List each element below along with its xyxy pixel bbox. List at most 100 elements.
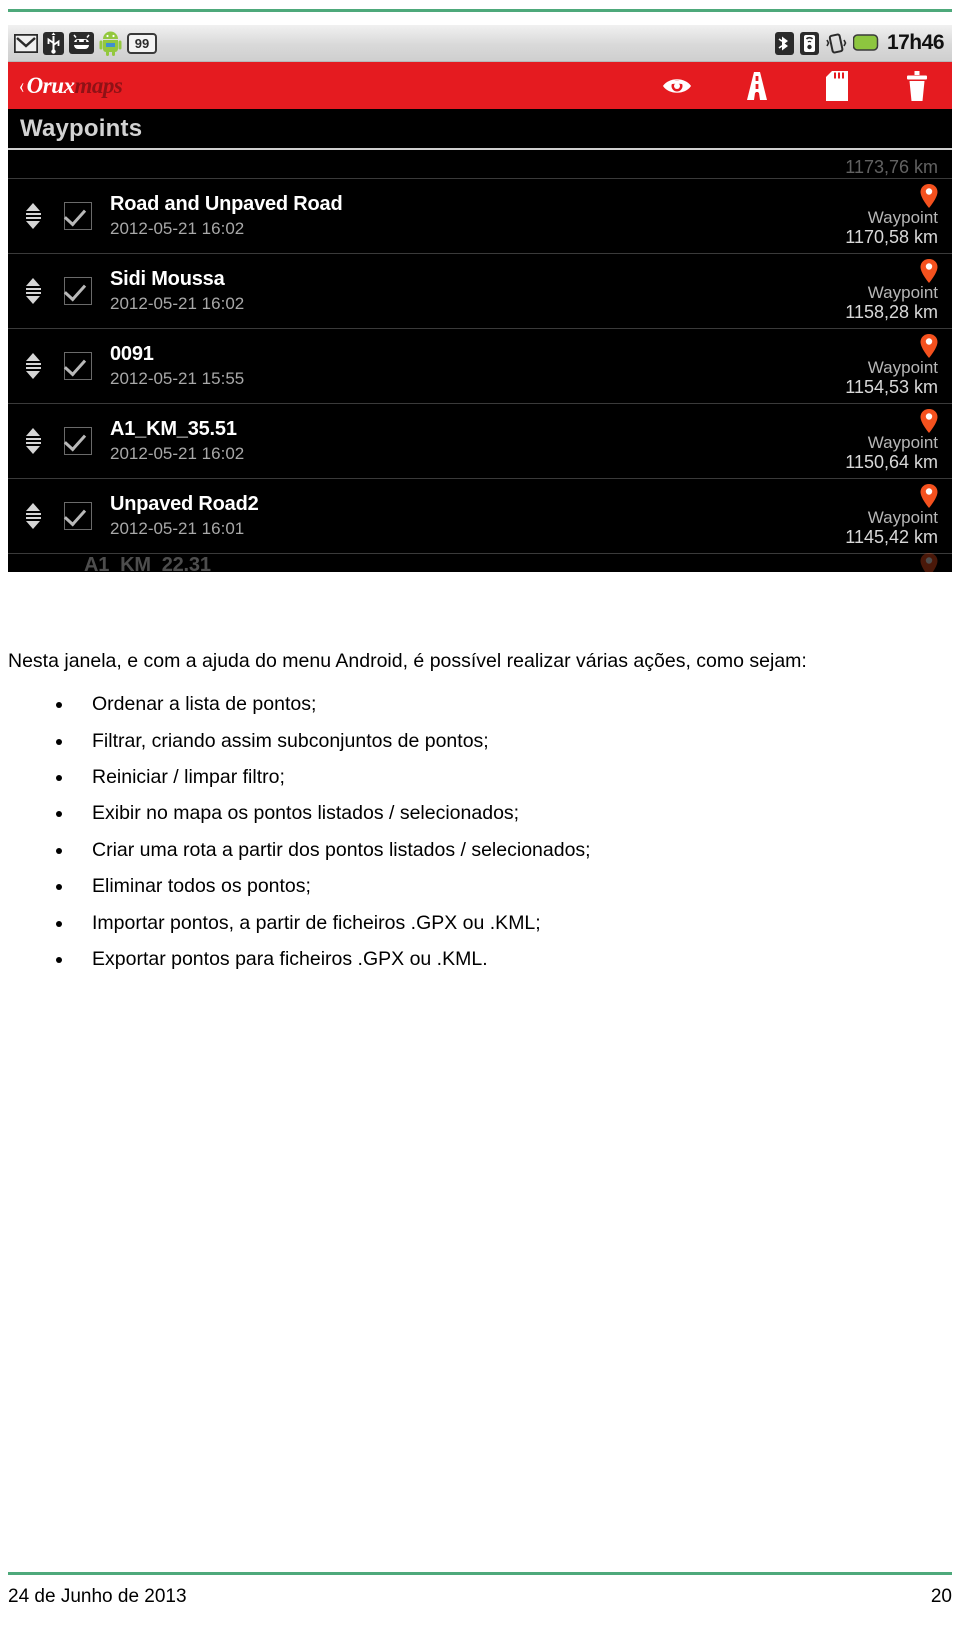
drag-handle-icon[interactable] [16, 278, 50, 304]
list-item: Reiniciar / limpar filtro; [8, 765, 932, 789]
waypoint-distance: 1154,53 km [845, 377, 938, 398]
waypoint-type: Waypoint [867, 208, 938, 228]
waypoint-meta: Waypoint 1170,58 km [845, 184, 952, 248]
waypoint-meta: Waypoint 1154,53 km [845, 334, 952, 398]
waypoint-name: A1_KM_22.31 [84, 553, 211, 573]
waypoint-date: 2012-05-21 16:01 [110, 519, 245, 538]
signal-icon [799, 31, 819, 55]
bluetooth-icon [774, 31, 794, 55]
list-item: Criar uma rota a partir dos pontos lista… [8, 838, 932, 862]
app-action-bar: ‹ Orux maps [8, 62, 952, 109]
drag-handle-icon[interactable] [16, 428, 50, 454]
waypoint-type: Waypoint [867, 358, 938, 378]
waypoint-name: A1_KM_35.51 [110, 418, 237, 440]
footer-date: 24 de Junho de 2013 [8, 1586, 187, 1607]
map-pin-icon [920, 334, 938, 359]
actions-bullet-list: Ordenar a lista de pontos; Filtrar, cria… [8, 692, 932, 971]
page-title: Waypoints [20, 114, 143, 142]
waypoint-list[interactable]: 1173,76 km Road and Unpaved Road 2012-05… [8, 150, 952, 572]
waypoint-checkbox[interactable] [64, 502, 92, 530]
waypoint-distance: 1173,76 km [845, 157, 938, 178]
page-top-rule [8, 9, 952, 12]
status-bar-system-icons: 17h46 [774, 31, 945, 55]
list-item: Importar pontos, a partir de ficheiros .… [8, 911, 932, 935]
waypoint-name: 0091 [110, 343, 154, 365]
list-header: Waypoints [8, 109, 952, 150]
drag-handle-icon[interactable] [16, 503, 50, 529]
list-item: Filtrar, criando assim subconjuntos de p… [8, 729, 932, 753]
waypoint-info: 0091 2012-05-21 15:55 [110, 343, 244, 389]
gmail-icon [14, 33, 38, 53]
vibrate-icon [826, 33, 847, 53]
trash-icon[interactable] [900, 69, 934, 103]
map-pin-icon [920, 184, 938, 209]
logo-text-secondary: maps [74, 72, 123, 98]
waypoint-distance: 1150,64 km [845, 452, 938, 473]
waypoint-name: Sidi Moussa [110, 268, 225, 290]
battery-icon [852, 34, 879, 51]
waypoint-meta [920, 552, 952, 572]
map-pin-icon [920, 552, 938, 572]
status-bar-notification-icons: 99 [14, 31, 157, 56]
map-pin-icon [920, 484, 938, 509]
waypoint-checkbox[interactable] [64, 352, 92, 380]
action-bar-buttons [660, 69, 934, 103]
route-icon[interactable] [740, 69, 774, 103]
table-row[interactable]: Sidi Moussa 2012-05-21 16:02 Waypoint 11… [8, 254, 952, 329]
map-pin-icon [920, 409, 938, 434]
waypoint-date: 2012-05-21 16:02 [110, 219, 245, 238]
notification-count-badge: 99 [127, 32, 157, 54]
oruxmaps-logo[interactable]: ‹ Orux maps [18, 72, 123, 99]
waypoint-checkbox[interactable] [64, 202, 92, 230]
table-row[interactable]: A1_KM_22.31 [8, 552, 952, 573]
waypoint-checkbox[interactable] [64, 277, 92, 305]
waypoint-checkbox[interactable] [64, 427, 92, 455]
waypoint-info: Unpaved Road2 2012-05-21 16:01 [110, 493, 259, 539]
oruxmaps-screenshot: 99 17h46 ‹ Orux maps Waypoints 1173,76 k… [8, 25, 952, 572]
waypoint-distance: 1145,42 km [845, 527, 938, 548]
table-row[interactable]: A1_KM_35.51 2012-05-21 16:02 Waypoint 11… [8, 404, 952, 479]
eye-icon[interactable] [660, 69, 694, 103]
table-row[interactable]: 0091 2012-05-21 15:55 Waypoint 1154,53 k… [8, 329, 952, 404]
waypoint-meta: 1173,76 km [845, 157, 952, 178]
intro-paragraph: Nesta janela, e com a ajuda do menu Andr… [8, 650, 807, 672]
page-bottom-rule [8, 1572, 952, 1575]
sdcard-icon[interactable] [820, 69, 854, 103]
table-row[interactable]: Unpaved Road2 2012-05-21 16:01 Waypoint … [8, 479, 952, 554]
usb-icon [43, 31, 64, 55]
list-item: Eliminar todos os pontos; [8, 874, 932, 898]
list-item: Ordenar a lista de pontos; [8, 692, 932, 716]
page-footer: 24 de Junho de 2013 20 [8, 1586, 952, 1608]
footer-page-number: 20 [930, 1586, 952, 1607]
waypoint-date: 2012-05-21 16:02 [110, 294, 245, 313]
waypoint-type: Waypoint [867, 283, 938, 303]
waypoint-meta: Waypoint 1145,42 km [845, 484, 952, 548]
waypoint-meta: Waypoint 1150,64 km [845, 409, 952, 473]
table-row[interactable]: 1173,76 km [8, 150, 952, 179]
waypoint-type: Waypoint [867, 433, 938, 453]
list-item: Exibir no mapa os pontos listados / sele… [8, 801, 932, 825]
back-chevron-icon[interactable]: ‹ [19, 74, 24, 97]
waypoint-meta: Waypoint 1158,28 km [845, 259, 952, 323]
waypoint-distance: 1170,58 km [845, 227, 938, 248]
status-bar-clock: 17h46 [886, 31, 945, 54]
waypoint-date: 2012-05-21 16:02 [110, 444, 245, 463]
waypoint-info: A1_KM_22.31 [84, 554, 211, 573]
android-status-bar: 99 17h46 [8, 25, 952, 62]
document-body: Nesta janela, e com a ajuda do menu Andr… [8, 648, 932, 983]
waypoint-info: A1_KM_35.51 2012-05-21 16:02 [110, 418, 244, 464]
waypoint-distance: 1158,28 km [845, 302, 938, 323]
table-row[interactable]: Road and Unpaved Road 2012-05-21 16:02 W… [8, 179, 952, 254]
waypoint-info: Road and Unpaved Road 2012-05-21 16:02 [110, 193, 343, 239]
android-debug-icon [69, 32, 94, 54]
map-pin-icon [920, 259, 938, 284]
waypoint-date: 2012-05-21 15:55 [110, 369, 245, 388]
waypoint-info: Sidi Moussa 2012-05-21 16:02 [110, 268, 244, 314]
drag-handle-icon[interactable] [16, 203, 50, 229]
drag-handle-icon[interactable] [16, 353, 50, 379]
waypoint-name: Road and Unpaved Road [110, 193, 343, 215]
list-item: Exportar pontos para ficheiros .GPX ou .… [8, 947, 932, 971]
android-mascot-icon [99, 31, 122, 56]
waypoint-type: Waypoint [867, 508, 938, 528]
waypoint-name: Unpaved Road2 [110, 493, 259, 515]
